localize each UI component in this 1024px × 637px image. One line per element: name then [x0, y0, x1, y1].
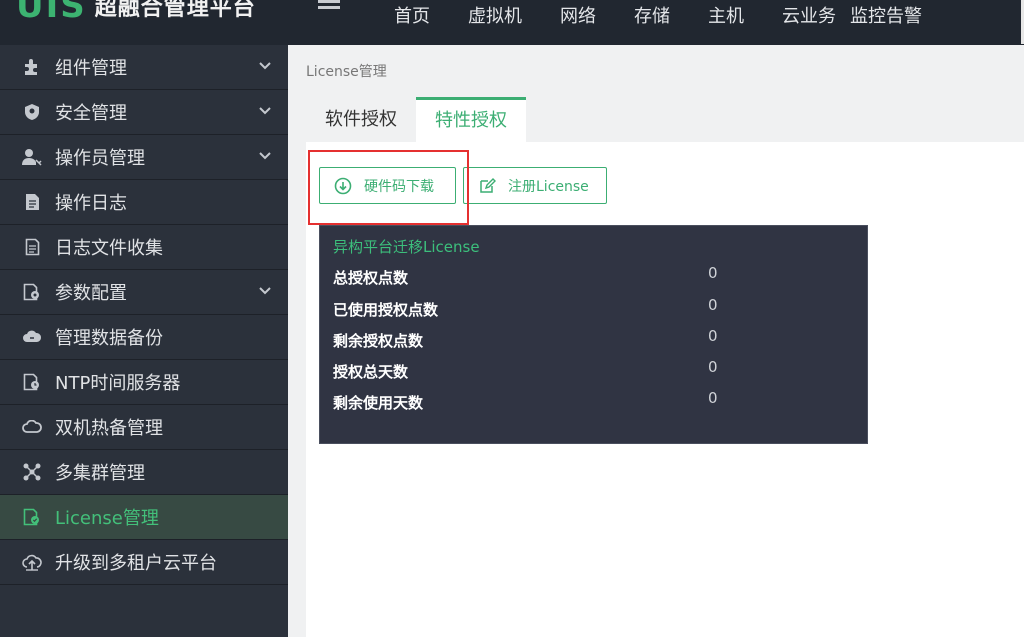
nav-item-network[interactable]: 网络 — [546, 0, 610, 35]
sidebar-item-log-collect[interactable]: 日志文件收集 — [0, 225, 288, 270]
logo: UIS 超融合管理平台 — [0, 0, 256, 26]
license-row-label: 剩余使用天数 — [333, 394, 424, 412]
license-row: 已使用授权点数 0 — [333, 296, 853, 323]
nav-item-vm[interactable]: 虚拟机 — [454, 0, 536, 35]
cloud-upgrade-icon — [22, 552, 42, 572]
sidebar-item-ntp[interactable]: NTP时间服务器 — [0, 360, 288, 405]
nav-item-monitor-alarm[interactable]: 监控告警 — [850, 0, 936, 35]
tab-bar: 软件授权 特性授权 — [306, 97, 526, 142]
sidebar-item-ha[interactable]: 双机热备管理 — [0, 405, 288, 450]
sidebar-item-label: 参数配置 — [55, 283, 127, 304]
hamburger-menu-icon[interactable] — [318, 0, 340, 10]
sidebar-item-label: 升级到多租户云平台 — [55, 553, 217, 574]
sidebar-item-security[interactable]: 安全管理 — [0, 90, 288, 135]
license-row: 剩余使用天数 0 — [333, 389, 853, 416]
file-collect-icon — [22, 237, 42, 257]
sidebar-item-label: License管理 — [55, 508, 159, 529]
license-row-label: 已使用授权点数 — [333, 301, 439, 319]
sidebar-item-op-log[interactable]: 操作日志 — [0, 180, 288, 225]
breadcrumb: License管理 — [306, 64, 387, 80]
sidebar-item-label: 组件管理 — [55, 58, 127, 79]
license-row-value: 0 — [708, 327, 718, 345]
tab-feature-license[interactable]: 特性授权 — [416, 97, 526, 142]
register-license-button[interactable]: 注册License — [463, 167, 607, 204]
edit-icon — [480, 177, 496, 193]
cloud-sync-icon — [22, 417, 42, 437]
license-icon — [22, 507, 42, 527]
settings-doc-icon — [22, 282, 42, 302]
sidebar-item-params[interactable]: 参数配置 — [0, 270, 288, 315]
license-row: 总授权点数 0 — [333, 264, 853, 291]
shield-icon — [22, 102, 42, 122]
hardware-code-download-button[interactable]: 硬件码下载 — [319, 167, 456, 204]
nav-item-storage[interactable]: 存储 — [620, 0, 684, 35]
top-nav: 首页 虚拟机 网络 存储 主机 云业务 监控告警 — [380, 0, 936, 35]
license-row-value: 0 — [708, 389, 718, 407]
chevron-down-icon — [259, 152, 271, 160]
license-info-panel: 异构平台迁移License 总授权点数 0 已使用授权点数 0 剩余授权点数 0… — [319, 225, 868, 444]
sidebar-item-label: NTP时间服务器 — [55, 373, 181, 394]
license-row-value: 0 — [708, 264, 718, 282]
sidebar-item-label: 安全管理 — [55, 103, 127, 124]
sidebar-item-component[interactable]: 组件管理 — [0, 45, 288, 90]
license-row-value: 0 — [708, 296, 718, 314]
chevron-down-icon — [259, 287, 271, 295]
license-row-label: 剩余授权点数 — [333, 332, 424, 350]
sidebar-item-label: 日志文件收集 — [55, 238, 163, 259]
license-row-label: 总授权点数 — [333, 269, 409, 287]
cluster-icon — [22, 462, 42, 482]
user-key-icon — [22, 147, 42, 167]
nav-item-cloud-service[interactable]: 云业务 — [768, 0, 850, 35]
chevron-down-icon — [259, 107, 271, 115]
top-bar: UIS 超融合管理平台 首页 虚拟机 网络 存储 主机 云业务 监控告警 — [0, 0, 1024, 45]
document-icon — [22, 192, 42, 212]
clock-doc-icon — [22, 372, 42, 392]
nav-item-home[interactable]: 首页 — [380, 0, 444, 35]
sidebar-item-operator[interactable]: 操作员管理 — [0, 135, 288, 180]
sidebar-item-label: 操作日志 — [55, 193, 127, 214]
sidebar-item-multi-cluster[interactable]: 多集群管理 — [0, 450, 288, 495]
sidebar-item-backup[interactable]: 管理数据备份 — [0, 315, 288, 360]
license-row: 授权总天数 0 — [333, 358, 853, 385]
puzzle-icon — [22, 57, 42, 77]
nav-item-host[interactable]: 主机 — [694, 0, 758, 35]
logo-text: 超融合管理平台 — [94, 0, 256, 21]
license-row: 剩余授权点数 0 — [333, 327, 853, 354]
sidebar-item-label: 多集群管理 — [55, 463, 145, 484]
sidebar-item-label: 双机热备管理 — [55, 418, 163, 439]
license-row-value: 0 — [708, 358, 718, 376]
sidebar-item-upgrade[interactable]: 升级到多租户云平台 — [0, 540, 288, 585]
chevron-down-icon — [259, 62, 271, 70]
cloud-backup-icon — [22, 327, 42, 347]
sidebar-item-license[interactable]: License管理 — [0, 495, 288, 540]
logo-mark: UIS — [16, 0, 87, 26]
license-panel-title: 异构平台迁移License — [333, 238, 480, 256]
tab-software-license[interactable]: 软件授权 — [306, 97, 416, 142]
register-license-label: 注册License — [508, 178, 589, 195]
license-row-label: 授权总天数 — [333, 363, 409, 381]
content-gutter — [288, 142, 306, 637]
sidebar-item-label: 操作员管理 — [55, 148, 145, 169]
sidebar-item-label: 管理数据备份 — [55, 328, 163, 349]
main-content: License管理 软件授权 特性授权 硬件码下载 注册License 异构平台… — [288, 45, 1024, 637]
sidebar: 组件管理 安全管理 操作员管理 操作日志 日志文件收集 参数配置 管理数据备份 … — [0, 45, 288, 637]
hardware-code-download-label: 硬件码下载 — [364, 178, 434, 195]
download-circle-icon — [334, 177, 352, 194]
